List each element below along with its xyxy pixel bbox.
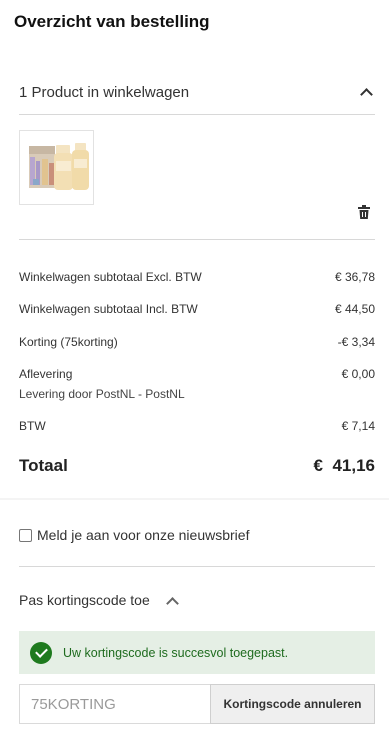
success-message-box: Uw kortingscode is succesvol toegepast. [19, 631, 375, 674]
section-separator [0, 498, 389, 500]
subtotal-incl-value: € 44,50 [334, 302, 375, 316]
chevron-up-icon [360, 88, 373, 101]
grand-total-value: € 41,16 [313, 456, 375, 475]
discount-row: Korting (75korting) -€ 3,34 [19, 335, 375, 349]
page-title: Overzicht van bestelling [14, 12, 210, 31]
divider [19, 566, 375, 567]
grand-total-label: Totaal [19, 456, 68, 475]
newsletter-label: Meld je aan voor onze nieuwsbrief [37, 527, 250, 543]
delivery-value: € 0,00 [341, 367, 375, 381]
discount-value: -€ 3,34 [337, 335, 375, 349]
check-circle-icon [30, 641, 52, 664]
cancel-discount-button[interactable]: Kortingscode annuleren [210, 684, 375, 724]
chevron-up-icon [165, 596, 179, 610]
grand-total-row: Totaal € 41,16 [19, 456, 375, 476]
product-bottles-image [29, 143, 89, 190]
divider [19, 239, 375, 240]
discount-code-input[interactable] [19, 684, 210, 724]
cart-toggle[interactable]: 1 Product in winkelwagen [19, 80, 375, 104]
subtotal-excl-label: Winkelwagen subtotaal Excl. BTW [19, 270, 202, 284]
vat-value: € 7,14 [341, 419, 375, 433]
discount-code-toggle[interactable]: Pas kortingscode toe [19, 592, 179, 610]
subtotal-excl-value: € 36,78 [334, 270, 375, 284]
subtotal-excl-row: Winkelwagen subtotaal Excl. BTW € 36,78 [19, 270, 375, 284]
divider [19, 114, 375, 115]
vat-row: BTW € 7,14 [19, 419, 375, 433]
product-image[interactable] [19, 130, 94, 205]
cart-header-label: 1 Product in winkelwagen [19, 83, 190, 101]
delivery-row: Aflevering Levering door PostNL - PostNL… [19, 367, 375, 401]
discount-code-header: Pas kortingscode toe [19, 592, 150, 608]
vat-label: BTW [19, 419, 46, 433]
newsletter-option[interactable]: Meld je aan voor onze nieuwsbrief [19, 527, 249, 543]
trash-icon[interactable] [358, 205, 370, 219]
delivery-method: Levering door PostNL - PostNL [19, 387, 185, 401]
subtotal-incl-label: Winkelwagen subtotaal Incl. BTW [19, 302, 198, 316]
success-message: Uw kortingscode is succesvol toegepast. [63, 645, 289, 660]
subtotal-incl-row: Winkelwagen subtotaal Incl. BTW € 44,50 [19, 302, 375, 316]
newsletter-checkbox[interactable] [19, 528, 32, 542]
discount-label: Korting (75korting) [19, 335, 118, 349]
delivery-label: Aflevering [19, 367, 73, 381]
